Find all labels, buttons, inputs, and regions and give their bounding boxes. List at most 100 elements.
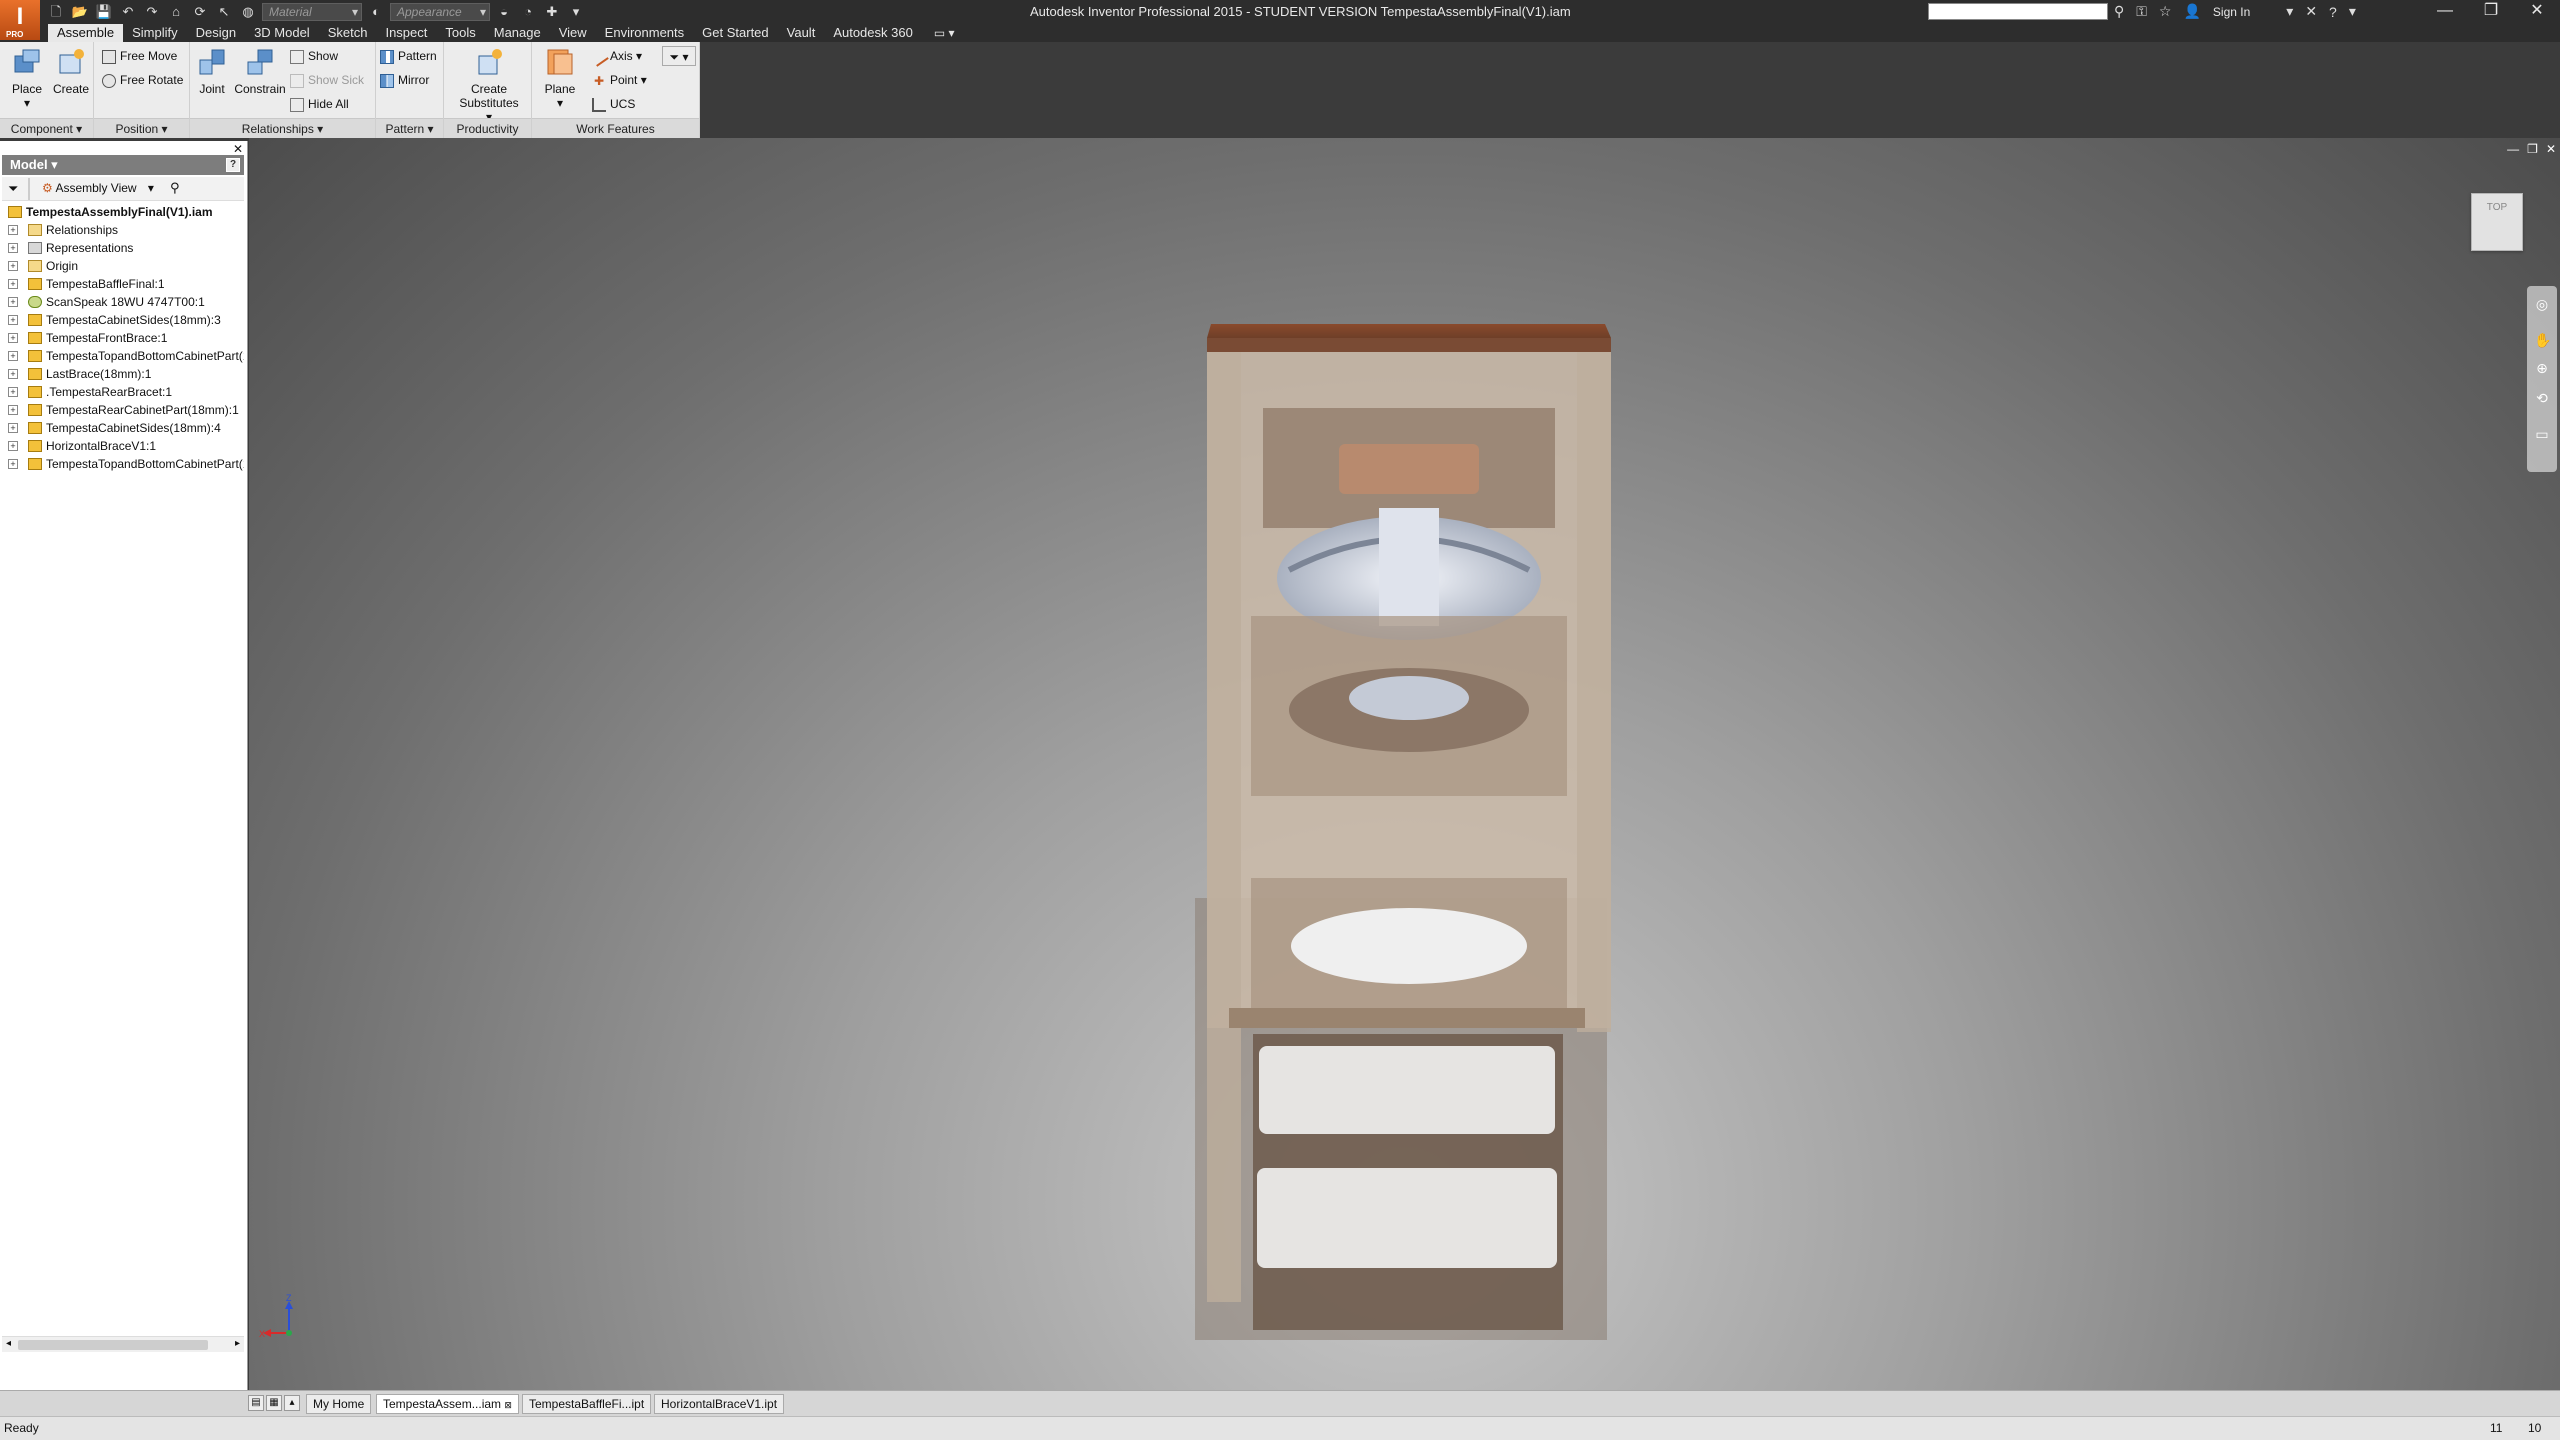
material-dropdown[interactable]: Material — [262, 3, 362, 21]
point-button[interactable]: ✚ Point ▾ — [592, 70, 647, 90]
tree-item-part[interactable]: + TempestaTopandBottomCabinetPart(18m — [2, 347, 244, 365]
scroll-right-icon[interactable]: ▸ — [235, 1338, 240, 1349]
appearance-dropdown[interactable]: Appearance — [390, 3, 490, 21]
tree-item-part[interactable]: + TempestaCabinetSides(18mm):4 — [2, 419, 244, 437]
expand-icon[interactable]: + — [8, 459, 18, 469]
doc-tab-close-icon[interactable]: ⊠ — [504, 1400, 512, 1410]
expand-icon[interactable]: + — [8, 279, 18, 289]
redo-icon[interactable]: ↷ — [142, 3, 162, 21]
tab-3d-model[interactable]: 3D Model — [245, 24, 319, 42]
zoom-icon[interactable]: ⊕ — [2534, 360, 2550, 376]
plane-button[interactable]: Plane ▾ — [540, 46, 580, 116]
vp-minimize-icon[interactable]: — — [2507, 142, 2519, 156]
expand-icon[interactable]: + — [8, 243, 18, 253]
ilogic-icon[interactable]: ✚ — [542, 3, 562, 21]
adjust-icon[interactable]: ◒ — [494, 3, 514, 21]
expand-icon[interactable]: + — [8, 351, 18, 361]
inventor-logo[interactable]: I PRO — [0, 0, 40, 40]
tab-get-started[interactable]: Get Started — [693, 24, 777, 42]
tree-item-part[interactable]: + TempestaBaffleFinal:1 — [2, 275, 244, 293]
assembly-view-dropdown[interactable]: ⚙ Assembly View ▾ — [42, 181, 154, 195]
joint-button[interactable]: Joint — [194, 46, 230, 116]
doc-tab-baffle[interactable]: TempestaBaffleFi...ipt — [522, 1394, 652, 1414]
ribbon-display-toggle-icon[interactable]: ▭ ▾ — [922, 24, 955, 42]
tab-tools[interactable]: Tools — [436, 24, 484, 42]
viewcube[interactable]: TOP — [2471, 193, 2523, 251]
scroll-left-icon[interactable]: ◂ — [6, 1338, 11, 1349]
exchange-icon[interactable]: ✕ — [2305, 3, 2317, 20]
expand-icon[interactable]: + — [8, 261, 18, 271]
panel-component-label[interactable]: Component ▾ — [0, 118, 93, 138]
tab-sketch[interactable]: Sketch — [319, 24, 377, 42]
close-window-icon[interactable]: ✕ — [2514, 0, 2560, 24]
tab-vault[interactable]: Vault — [778, 24, 825, 42]
tab-assemble[interactable]: Assemble — [48, 24, 124, 42]
expand-icon[interactable]: + — [8, 297, 18, 307]
create-substitutes-button[interactable]: Create Substitutes ▾ — [458, 46, 520, 124]
expand-icon[interactable]: + — [8, 405, 18, 415]
browser-header[interactable]: Model ▾ ? — [2, 155, 244, 175]
panel-relationships-label[interactable]: Relationships ▾ — [190, 118, 375, 138]
tree-item-part[interactable]: + TempestaRearCabinetPart(18mm):1 — [2, 401, 244, 419]
help-icon[interactable]: ? — [2329, 4, 2337, 20]
tree-item-part[interactable]: + TempestaCabinetSides(18mm):3 — [2, 311, 244, 329]
expand-icon[interactable]: + — [8, 441, 18, 451]
help-dropdown-icon[interactable]: ▾ — [2349, 3, 2356, 20]
expand-icon[interactable]: + — [8, 369, 18, 379]
tree-item-part[interactable]: + TempestaFrontBrace:1 — [2, 329, 244, 347]
ucs-button[interactable]: UCS — [592, 94, 635, 114]
constrain-button[interactable]: Constrain — [232, 46, 288, 116]
hide-all-button[interactable]: Hide All — [290, 94, 349, 114]
panel-pattern-label[interactable]: Pattern ▾ — [376, 118, 443, 138]
signin-dropdown-icon[interactable]: ▾ — [2286, 3, 2293, 20]
expand-icon[interactable]: + — [8, 333, 18, 343]
browser-help-icon[interactable]: ? — [226, 158, 240, 172]
vp-restore-icon[interactable]: ❐ — [2527, 142, 2538, 156]
browser-close-icon[interactable]: ✕ — [233, 142, 243, 156]
tab-manage[interactable]: Manage — [485, 24, 550, 42]
binoculars-icon[interactable]: ⚲ — [2114, 3, 2124, 20]
browser-horizontal-scrollbar[interactable]: ◂ ▸ — [2, 1336, 244, 1352]
favorites-star-icon[interactable]: ☆ — [2159, 3, 2172, 20]
help-search-input[interactable] — [1928, 3, 2108, 20]
expand-icon[interactable]: + — [8, 225, 18, 235]
expand-icon[interactable]: + — [8, 315, 18, 325]
find-binoculars-icon[interactable]: ⚲ — [170, 180, 180, 196]
pan-hand-icon[interactable]: ✋ — [2534, 332, 2551, 348]
cascade-view-icon[interactable]: ▦ — [266, 1395, 282, 1411]
subscription-icon[interactable]: ⚿ — [2136, 3, 2147, 20]
vp-close-icon[interactable]: ✕ — [2546, 142, 2556, 156]
new-file-icon[interactable]: 🗋 — [46, 3, 66, 21]
show-sick-button[interactable]: Show Sick — [290, 70, 364, 90]
restore-icon[interactable]: ❐ — [2468, 0, 2514, 24]
minimize-icon[interactable]: — — [2422, 0, 2468, 24]
doc-tab-assembly[interactable]: TempestaAssem...iam ⊠ — [376, 1394, 519, 1414]
doc-tab-my-home[interactable]: My Home — [306, 1394, 372, 1414]
pattern-button[interactable]: Pattern — [380, 46, 437, 66]
orbit-icon[interactable]: ⟲ — [2534, 390, 2550, 406]
tree-item-part[interactable]: + HorizontalBraceV1:1 — [2, 437, 244, 455]
look-at-icon[interactable]: ▭ — [2534, 426, 2550, 442]
tree-item-subassembly[interactable]: + ScanSpeak 18WU 4747T00:1 — [2, 293, 244, 311]
tree-root[interactable]: TempestaAssemblyFinal(V1).iam — [2, 203, 244, 221]
free-rotate-button[interactable]: Free Rotate — [102, 70, 183, 90]
doc-tab-horizontal-brace[interactable]: HorizontalBraceV1.ipt — [654, 1394, 785, 1414]
save-icon[interactable]: 💾 — [94, 3, 114, 21]
expand-icon[interactable]: + — [8, 423, 18, 433]
place-button[interactable]: Place ▾ — [6, 46, 48, 116]
tree-item-part[interactable]: + TempestaTopandBottomCabinetPart(18m — [2, 455, 244, 473]
scroll-thumb[interactable] — [18, 1340, 208, 1350]
create-button[interactable]: Create — [50, 46, 92, 116]
qat-customize-icon[interactable]: ▾ — [566, 3, 586, 21]
tree-item-origin[interactable]: + Origin — [2, 257, 244, 275]
graphics-viewport[interactable]: — ❐ ✕ TOP ◎ ✋ ⊕ ⟲ ▭ Z X — [249, 138, 2560, 1390]
tab-view[interactable]: View — [550, 24, 596, 42]
tab-inspect[interactable]: Inspect — [376, 24, 436, 42]
select-icon[interactable]: ↖ — [214, 3, 234, 21]
open-file-icon[interactable]: 📂 — [70, 3, 90, 21]
panel-position-label[interactable]: Position ▾ — [94, 118, 189, 138]
tab-autodesk-360[interactable]: Autodesk 360 — [824, 24, 922, 42]
tree-item-representations[interactable]: + Representations — [2, 239, 244, 257]
tree-item-part[interactable]: + LastBrace(18mm):1 — [2, 365, 244, 383]
tab-design[interactable]: Design — [187, 24, 245, 42]
